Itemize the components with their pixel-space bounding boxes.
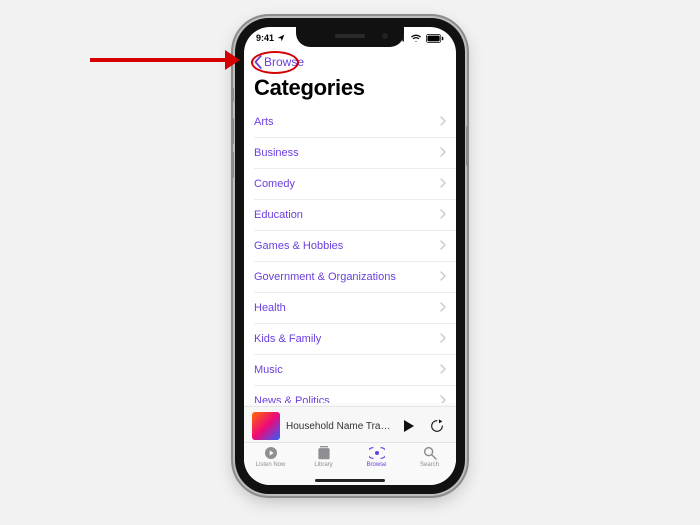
category-label: Education <box>254 209 303 221</box>
tab-label: Library <box>314 462 332 468</box>
chevron-right-icon <box>440 240 446 253</box>
back-label: Browse <box>264 55 304 69</box>
category-label: Business <box>254 147 299 159</box>
category-label: Games & Hobbies <box>254 240 343 252</box>
category-row[interactable]: Kids & Family <box>254 324 456 355</box>
now-playing-artwork <box>252 412 280 440</box>
tab-listen-now[interactable]: Listen Now <box>248 445 294 468</box>
chevron-right-icon <box>440 116 446 129</box>
chevron-left-icon <box>254 55 262 69</box>
tab-label: Browse <box>366 462 386 468</box>
tab-label: Search <box>420 462 439 468</box>
play-button[interactable] <box>398 415 420 437</box>
chevron-right-icon <box>440 147 446 160</box>
chevron-right-icon <box>440 333 446 346</box>
nav-bar: Browse <box>244 49 456 75</box>
chevron-right-icon <box>440 178 446 191</box>
category-row[interactable]: Comedy <box>254 169 456 200</box>
library-icon <box>317 445 331 461</box>
now-playing-bar[interactable]: Household Name Trai… <box>244 406 456 445</box>
tab-bar: Listen Now Library <box>244 442 456 485</box>
category-label: Government & Organizations <box>254 271 396 283</box>
chevron-right-icon <box>440 209 446 222</box>
annotation-arrow <box>90 50 240 70</box>
battery-icon <box>426 34 444 43</box>
category-label: Music <box>254 364 283 376</box>
category-row[interactable]: Health <box>254 293 456 324</box>
search-icon <box>422 445 438 461</box>
chevron-right-icon <box>440 271 446 284</box>
wifi-icon <box>410 34 422 42</box>
category-row[interactable]: Games & Hobbies <box>254 231 456 262</box>
home-indicator <box>315 479 385 482</box>
category-row[interactable]: Arts <box>254 107 456 138</box>
category-label: Kids & Family <box>254 333 321 345</box>
category-label: Arts <box>254 116 274 128</box>
category-row[interactable]: Business <box>254 138 456 169</box>
phone-frame: 9:41 <box>235 18 465 494</box>
category-row[interactable]: Government & Organizations <box>254 262 456 293</box>
tab-library[interactable]: Library <box>301 445 347 468</box>
status-time: 9:41 <box>256 33 274 43</box>
tab-browse[interactable]: Browse <box>354 445 400 468</box>
skip-forward-button[interactable] <box>426 415 448 437</box>
chevron-right-icon <box>440 364 446 377</box>
page-title: Categories <box>254 75 446 101</box>
category-label: Health <box>254 302 286 314</box>
category-row[interactable]: News & Politics <box>254 386 456 403</box>
back-button[interactable]: Browse <box>250 53 308 71</box>
category-list: Arts Business Comedy Education Games & Hobbi… <box>254 107 456 403</box>
play-icon <box>402 419 416 433</box>
chevron-right-icon <box>440 395 446 404</box>
category-row[interactable]: Music <box>254 355 456 386</box>
category-row[interactable]: Education <box>254 200 456 231</box>
now-playing-title: Household Name Trai… <box>286 421 392 432</box>
browse-icon <box>369 445 385 461</box>
category-label: News & Politics <box>254 395 330 403</box>
tab-label: Listen Now <box>256 462 286 468</box>
skip-forward-icon <box>429 418 445 434</box>
tab-search[interactable]: Search <box>407 445 453 468</box>
device-notch <box>296 27 404 47</box>
category-label: Comedy <box>254 178 295 190</box>
chevron-right-icon <box>440 302 446 315</box>
location-icon <box>277 34 285 42</box>
play-circle-icon <box>263 445 279 461</box>
